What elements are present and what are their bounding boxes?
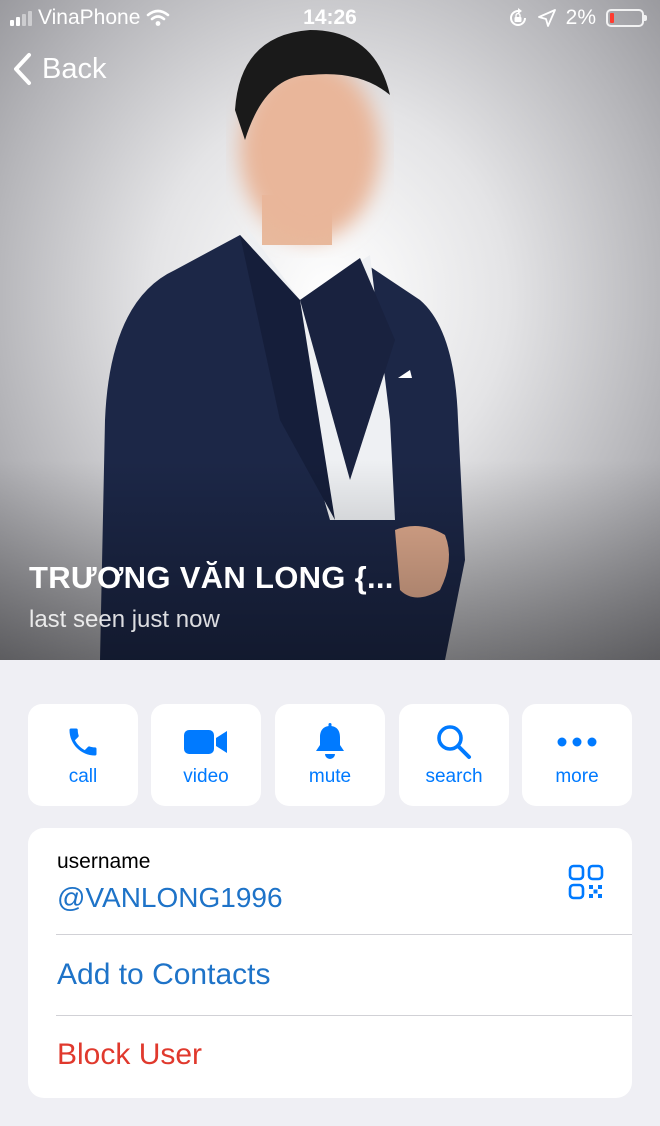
orientation-lock-icon <box>509 8 526 26</box>
username-label: username <box>57 850 151 873</box>
info-card: username @VANLONG1996 Add to Contacts Bl… <box>28 828 632 1098</box>
divider <box>56 934 632 935</box>
back-button[interactable]: Back <box>12 52 106 86</box>
mute-button[interactable]: mute <box>275 704 385 806</box>
last-seen-status: last seen just now <box>29 606 220 633</box>
username-value[interactable]: @VANLONG1996 <box>57 882 283 914</box>
more-button[interactable]: more <box>522 704 632 806</box>
call-label: call <box>68 766 98 787</box>
back-label: Back <box>42 52 107 85</box>
qr-code-icon[interactable] <box>568 864 604 900</box>
video-label: video <box>183 766 229 787</box>
action-bar: call video mute search more <box>28 704 632 806</box>
divider <box>56 1015 632 1016</box>
video-button[interactable]: video <box>151 704 261 806</box>
more-label: more <box>555 766 599 787</box>
search-icon <box>437 725 471 759</box>
video-camera-icon <box>184 730 227 754</box>
call-button[interactable]: call <box>28 704 138 806</box>
location-icon <box>537 9 556 27</box>
search-button[interactable]: search <box>399 704 509 806</box>
chevron-left-icon <box>14 53 31 85</box>
status-bar: VinaPhone 14:26 2% <box>0 0 660 38</box>
bell-icon <box>316 723 344 759</box>
more-dots-icon <box>557 737 597 747</box>
block-user-button[interactable]: Block User <box>57 1038 202 1072</box>
battery-icon <box>606 9 647 27</box>
profile-name: TRƯƠNG VĂN LONG {... <box>29 560 394 595</box>
phone-icon <box>69 728 97 756</box>
add-to-contacts-button[interactable]: Add to Contacts <box>57 958 270 992</box>
mute-label: mute <box>308 766 352 787</box>
search-label: search <box>425 766 483 787</box>
battery-percent: 2% <box>565 6 596 29</box>
